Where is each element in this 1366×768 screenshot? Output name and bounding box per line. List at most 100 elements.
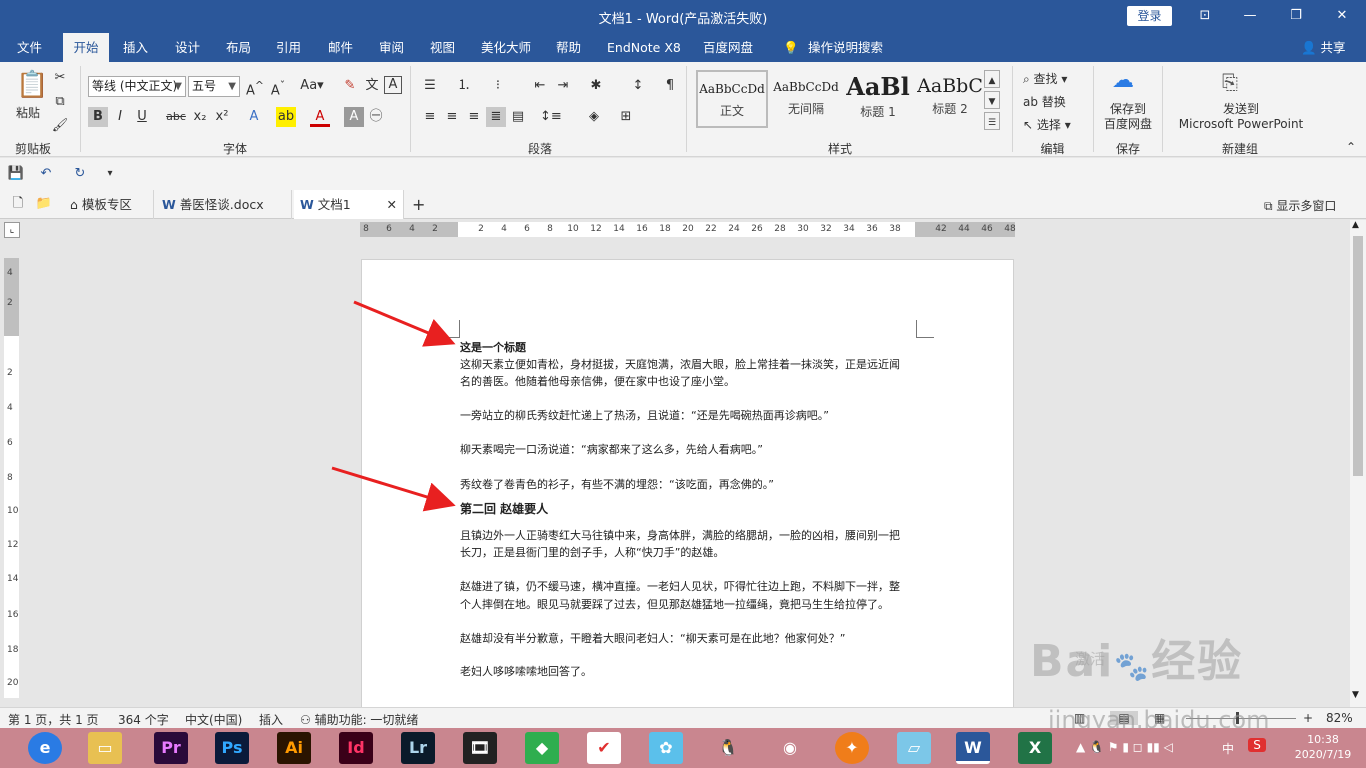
tray-icons[interactable]: ▲ 🐧 ⚑ ▮ ◻ ▮▮ ◁ [1076,740,1173,754]
sort-icon[interactable]: ↕ [628,76,648,96]
shading-icon[interactable]: ◈ [584,107,604,127]
paragraph-line[interactable]: 个人摔倒在地。眼见马就要踩了过去，但见那赵雄猛地一拉缰绳，竟把马生生给拉停了。 [460,596,920,613]
insert-mode[interactable]: 插入 [259,711,283,728]
tab-help[interactable]: 帮助 [553,33,584,62]
save-to-baidu-button[interactable]: 保存到 百度网盘 [1104,102,1152,132]
clock[interactable]: 10:38 2020/7/19 [1288,732,1358,762]
bird-app-icon[interactable]: ✿ [649,732,683,764]
horizontal-ruler[interactable]: 8 6 4 2 2 4 6 8 10 12 14 16 18 20 22 24 26 28 30 32 34 36 38 42… [360,222,1016,237]
paragraph-line[interactable]: 赵雄进了镇，仍不缓马速，横冲直撞。一老妇人见状，吓得忙往边上跑，不料脚下一拌，整 [460,578,920,595]
notes-app-icon[interactable]: ▱ [897,732,931,764]
styles-more-icon[interactable]: ☰ [984,112,1000,130]
undo-icon[interactable]: ↶ [36,164,56,184]
tab-references[interactable]: 引用 [273,33,304,62]
numbering-icon[interactable]: ⒈ [454,76,474,96]
customize-qat-icon[interactable]: ▾ [100,164,120,184]
phonetic-guide-icon[interactable]: 文 [362,76,382,96]
open-folder-icon[interactable]: 📁 [34,194,54,214]
tell-me-search[interactable]: 操作说明搜索 [805,33,886,62]
language[interactable]: 中文(中国) [185,711,242,728]
paragraph-line[interactable]: 柳天素喝完一口汤说道：“病家都来了这么多，先给人看病吧。” [460,441,920,458]
video-editor-icon[interactable]: 🎞 [463,732,497,764]
cut-icon[interactable]: ✂ [50,68,70,88]
shrink-font-icon[interactable]: Aˇ [268,76,288,98]
decrease-indent-icon[interactable]: ⇤ [530,76,550,96]
format-painter-icon[interactable]: 🖌 [50,116,70,136]
accessibility-status[interactable]: ⚇ 辅助功能: 一切就绪 [300,711,418,728]
italic-button[interactable]: I [110,107,130,127]
align-left-icon[interactable]: ≡ [420,107,440,127]
font-size-select[interactable]: 五号 ▼ [188,76,240,97]
word-taskbar-icon[interactable]: W [956,732,990,764]
align-center-icon[interactable]: ≡ [442,107,462,127]
bold-button[interactable]: B [88,107,108,127]
tab-insert[interactable]: 插入 [120,33,151,62]
font-name-select[interactable]: 等线 (中文正文) ▼ [88,76,186,97]
paragraph-line[interactable]: 赵雄却没有半分歉意，干瞪着大眼问老妇人：“柳天素可是在此地？他家何处？” [460,630,920,647]
add-tab-icon[interactable]: + [406,190,432,219]
heading-line[interactable]: 第二回 赵雄要人 [460,501,920,518]
tab-baidu-pan[interactable]: 百度网盘 [700,33,756,62]
distributed-icon[interactable]: ▤ [508,107,528,127]
paragraph-line[interactable]: 这柳天素立便如青松，身材挺拔，天庭饱满，浓眉大眼，脸上常挂着一抹淡笑，正是远近闻 [460,356,920,373]
scrollbar-thumb[interactable] [1353,236,1363,476]
tab-file2[interactable]: W 文档1 ✕ [294,190,404,219]
paragraph-line[interactable]: 一旁站立的柳氏秀纹赶忙递上了热汤，且说道：“还是先喝碗热面再诊病吧。” [460,407,920,424]
premiere-icon[interactable]: Pr [154,732,188,764]
close-tab-icon[interactable]: ✕ [387,190,397,219]
tab-template-zone[interactable]: ⌂ 模板专区 [64,190,154,219]
paragraph-line[interactable]: 长刀，正是县衙门里的刽子手，人称“快刀手”的赵雄。 [460,544,920,561]
style-heading-1[interactable]: AaBl 标题 1 [842,70,914,126]
align-right-icon[interactable]: ≡ [464,107,484,127]
tab-review[interactable]: 审阅 [376,33,407,62]
tab-layout[interactable]: 布局 [223,33,254,62]
ribbon-display-icon[interactable]: ⊡ [1185,4,1225,28]
subscript-button[interactable]: x₂ [190,107,210,127]
borders-icon[interactable]: ⊞ [616,107,636,127]
tab-design[interactable]: 设计 [172,33,203,62]
select-button[interactable]: ↖ 选择 ▾ [1023,116,1071,133]
restore-icon[interactable]: ❐ [1276,4,1316,28]
ime-indicator[interactable]: 中 [1222,740,1234,757]
grow-font-icon[interactable]: A^ [245,76,265,98]
zoom-in-icon[interactable]: + [1303,711,1313,725]
send-to-ppt-button[interactable]: 发送到 Microsoft PowerPoint [1176,102,1306,132]
styles-scroll-up-icon[interactable]: ▲ [984,70,1000,88]
save-icon[interactable]: 💾 [6,164,26,184]
paste-icon[interactable]: 📋 [16,70,48,100]
minimize-icon[interactable]: — [1230,4,1270,28]
lightroom-icon[interactable]: Lr [401,732,435,764]
scroll-down-icon[interactable]: ▼ [1352,690,1359,700]
illustrator-icon[interactable]: Ai [277,732,311,764]
char-shading-icon[interactable]: A [344,107,364,127]
paragraph-line[interactable]: 老妇人哆哆嗦嗦地回答了。 [460,663,920,680]
font-color-icon[interactable]: A [310,107,330,127]
tab-home[interactable]: 开始 [63,33,109,62]
heading-line[interactable]: 这是一个标题 [460,339,920,356]
char-border-icon[interactable]: A [384,76,402,94]
word-count[interactable]: 364 个字 [118,711,169,728]
styles-scroll-down-icon[interactable]: ▼ [984,91,1000,109]
tab-mailings[interactable]: 邮件 [325,33,356,62]
increase-indent-icon[interactable]: ⇥ [553,76,573,96]
green-app-icon[interactable]: ◆ [525,732,559,764]
scroll-up-icon[interactable]: ▲ [1352,220,1359,230]
bullets-icon[interactable]: ☰ [420,76,440,96]
superscript-button[interactable]: x² [212,107,232,127]
file-explorer-icon[interactable]: ▭ [88,732,122,764]
change-case-icon[interactable]: Aa▾ [298,76,326,96]
vertical-ruler[interactable]: 4 2 2 4 6 8 10 12 14 16 18 20 [4,258,19,698]
excel-taskbar-icon[interactable]: X [1018,732,1052,764]
qq-icon[interactable]: 🐧 [711,732,745,764]
new-doc-icon[interactable]: 🗋 [8,194,28,214]
justify-icon[interactable]: ≣ [486,107,506,127]
browser-360-icon[interactable]: e [28,732,62,764]
tab-meihua[interactable]: 美化大师 [478,33,534,62]
replace-button[interactable]: ab 替换 [1023,93,1066,110]
highlight-icon[interactable]: ab [276,107,296,127]
photoshop-icon[interactable]: Ps [215,732,249,764]
paste-button[interactable]: 粘贴 [16,104,40,121]
style-no-spacing[interactable]: AaBbCcDd 无间隔 [770,70,842,126]
tab-file[interactable]: 文件 [14,33,45,62]
underline-button[interactable]: U [132,107,152,127]
